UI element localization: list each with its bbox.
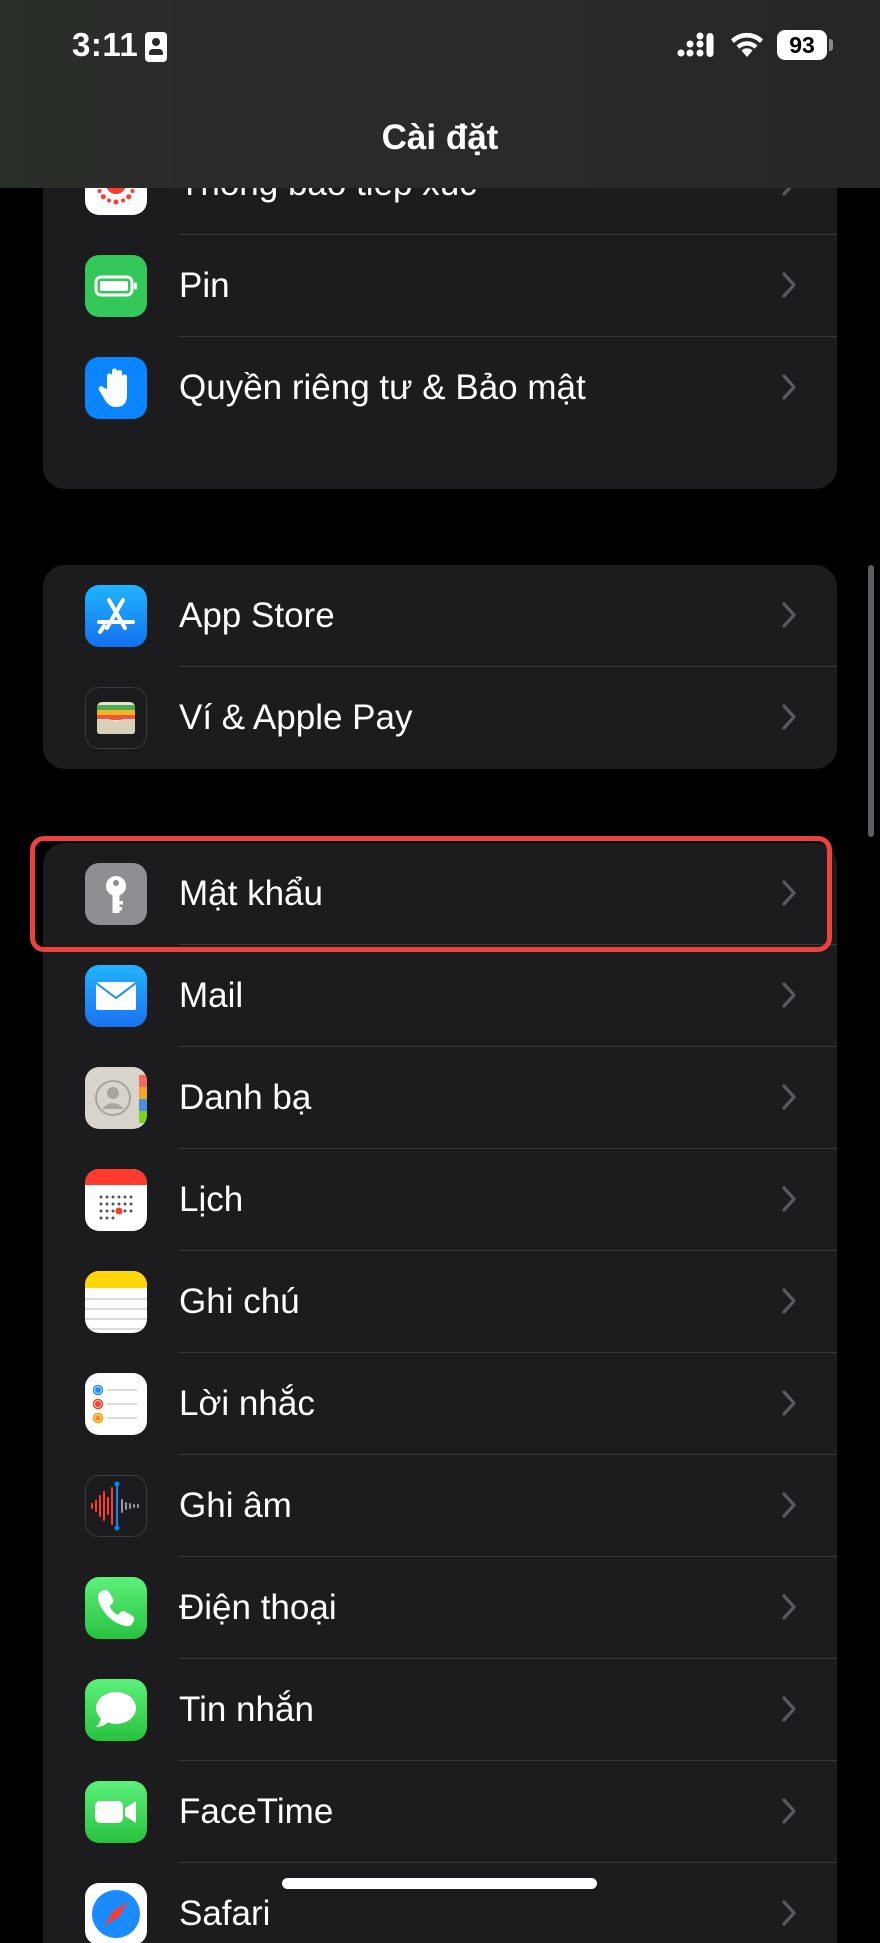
mail-icon: [85, 965, 147, 1027]
chevron-right-icon: [782, 374, 796, 400]
chevron-right-icon: [782, 1900, 796, 1926]
home-indicator[interactable]: [282, 1878, 597, 1889]
chevron-right-icon: [782, 704, 796, 730]
row-label: Tin nhắn: [179, 1690, 314, 1729]
calendar-icon: [85, 1169, 147, 1231]
battery-tip: [829, 39, 833, 51]
row-label: Lịch: [179, 1180, 244, 1219]
reminders-icon: [85, 1373, 147, 1435]
settings-row-mail[interactable]: Mail: [43, 945, 837, 1047]
contact-card-icon: [145, 32, 167, 62]
highlight-box: [30, 836, 832, 952]
chevron-right-icon: [782, 272, 796, 298]
chevron-right-icon: [782, 1594, 796, 1620]
wallet-icon: [85, 687, 147, 749]
chevron-right-icon: [782, 982, 796, 1008]
chevron-right-icon: [782, 1696, 796, 1722]
settings-row-notes[interactable]: Ghi chú: [43, 1251, 837, 1353]
settings-row-safari[interactable]: Safari: [43, 1863, 837, 1943]
scrollbar[interactable]: [868, 565, 874, 837]
settings-row-battery[interactable]: Pin: [43, 235, 837, 337]
row-label: Mail: [179, 976, 244, 1015]
chevron-right-icon: [782, 1288, 796, 1314]
chevron-right-icon: [782, 602, 796, 628]
page-title: Cài đặt: [381, 118, 499, 157]
settings-row-voice-memos[interactable]: Ghi âm: [43, 1455, 837, 1557]
settings-group-3: Mật khẩu Mail Danh bạ Lịch Ghi chú Lời n…: [43, 843, 837, 1943]
row-label: Điện thoại: [179, 1588, 337, 1627]
settings-row-phone[interactable]: Điện thoại: [43, 1557, 837, 1659]
chevron-right-icon: [782, 1390, 796, 1416]
messages-icon: [85, 1679, 147, 1741]
settings-row-wallet[interactable]: Ví & Apple Pay: [43, 667, 837, 769]
settings-row-messages[interactable]: Tin nhắn: [43, 1659, 837, 1761]
settings-row-app-store[interactable]: App Store: [43, 565, 837, 667]
phone-icon: [85, 1577, 147, 1639]
row-label: FaceTime: [179, 1792, 334, 1831]
settings-row-calendar[interactable]: Lịch: [43, 1149, 837, 1251]
chevron-right-icon: [782, 1798, 796, 1824]
settings-row-contacts[interactable]: Danh bạ: [43, 1047, 837, 1149]
battery-icon: [85, 255, 147, 317]
settings-row-facetime[interactable]: FaceTime: [43, 1761, 837, 1863]
row-label: Safari: [179, 1894, 271, 1933]
row-label: Ghi chú: [179, 1282, 300, 1321]
chevron-right-icon: [782, 1186, 796, 1212]
safari-icon: [85, 1883, 147, 1943]
row-label: App Store: [179, 596, 335, 635]
privacy-hand-icon: [85, 357, 147, 419]
facetime-icon: [85, 1781, 147, 1843]
row-label: Quyền riêng tư & Bảo mật: [179, 368, 586, 407]
row-label: Ví & Apple Pay: [179, 698, 413, 737]
settings-row-privacy[interactable]: Quyền riêng tư & Bảo mật: [43, 337, 837, 439]
row-label: Pin: [179, 266, 230, 305]
battery-indicator: 93: [777, 30, 827, 60]
app-store-icon: [85, 585, 147, 647]
voice-memos-icon: [85, 1475, 147, 1537]
contacts-icon: [85, 1067, 147, 1129]
cellular-signal-icon: [677, 32, 714, 57]
row-label: Danh bạ: [179, 1078, 312, 1117]
settings-group-2: App Store Ví & Apple Pay: [43, 565, 837, 769]
chevron-right-icon: [782, 1492, 796, 1518]
settings-row-reminders[interactable]: Lời nhắc: [43, 1353, 837, 1455]
notes-icon: [85, 1271, 147, 1333]
status-bar: 3:11 93 Cài đặt: [0, 0, 880, 188]
wifi-icon: [731, 32, 763, 57]
status-time: 3:11: [72, 26, 139, 63]
row-label: Lời nhắc: [179, 1384, 315, 1423]
chevron-right-icon: [782, 1084, 796, 1110]
row-label: Ghi âm: [179, 1486, 292, 1525]
